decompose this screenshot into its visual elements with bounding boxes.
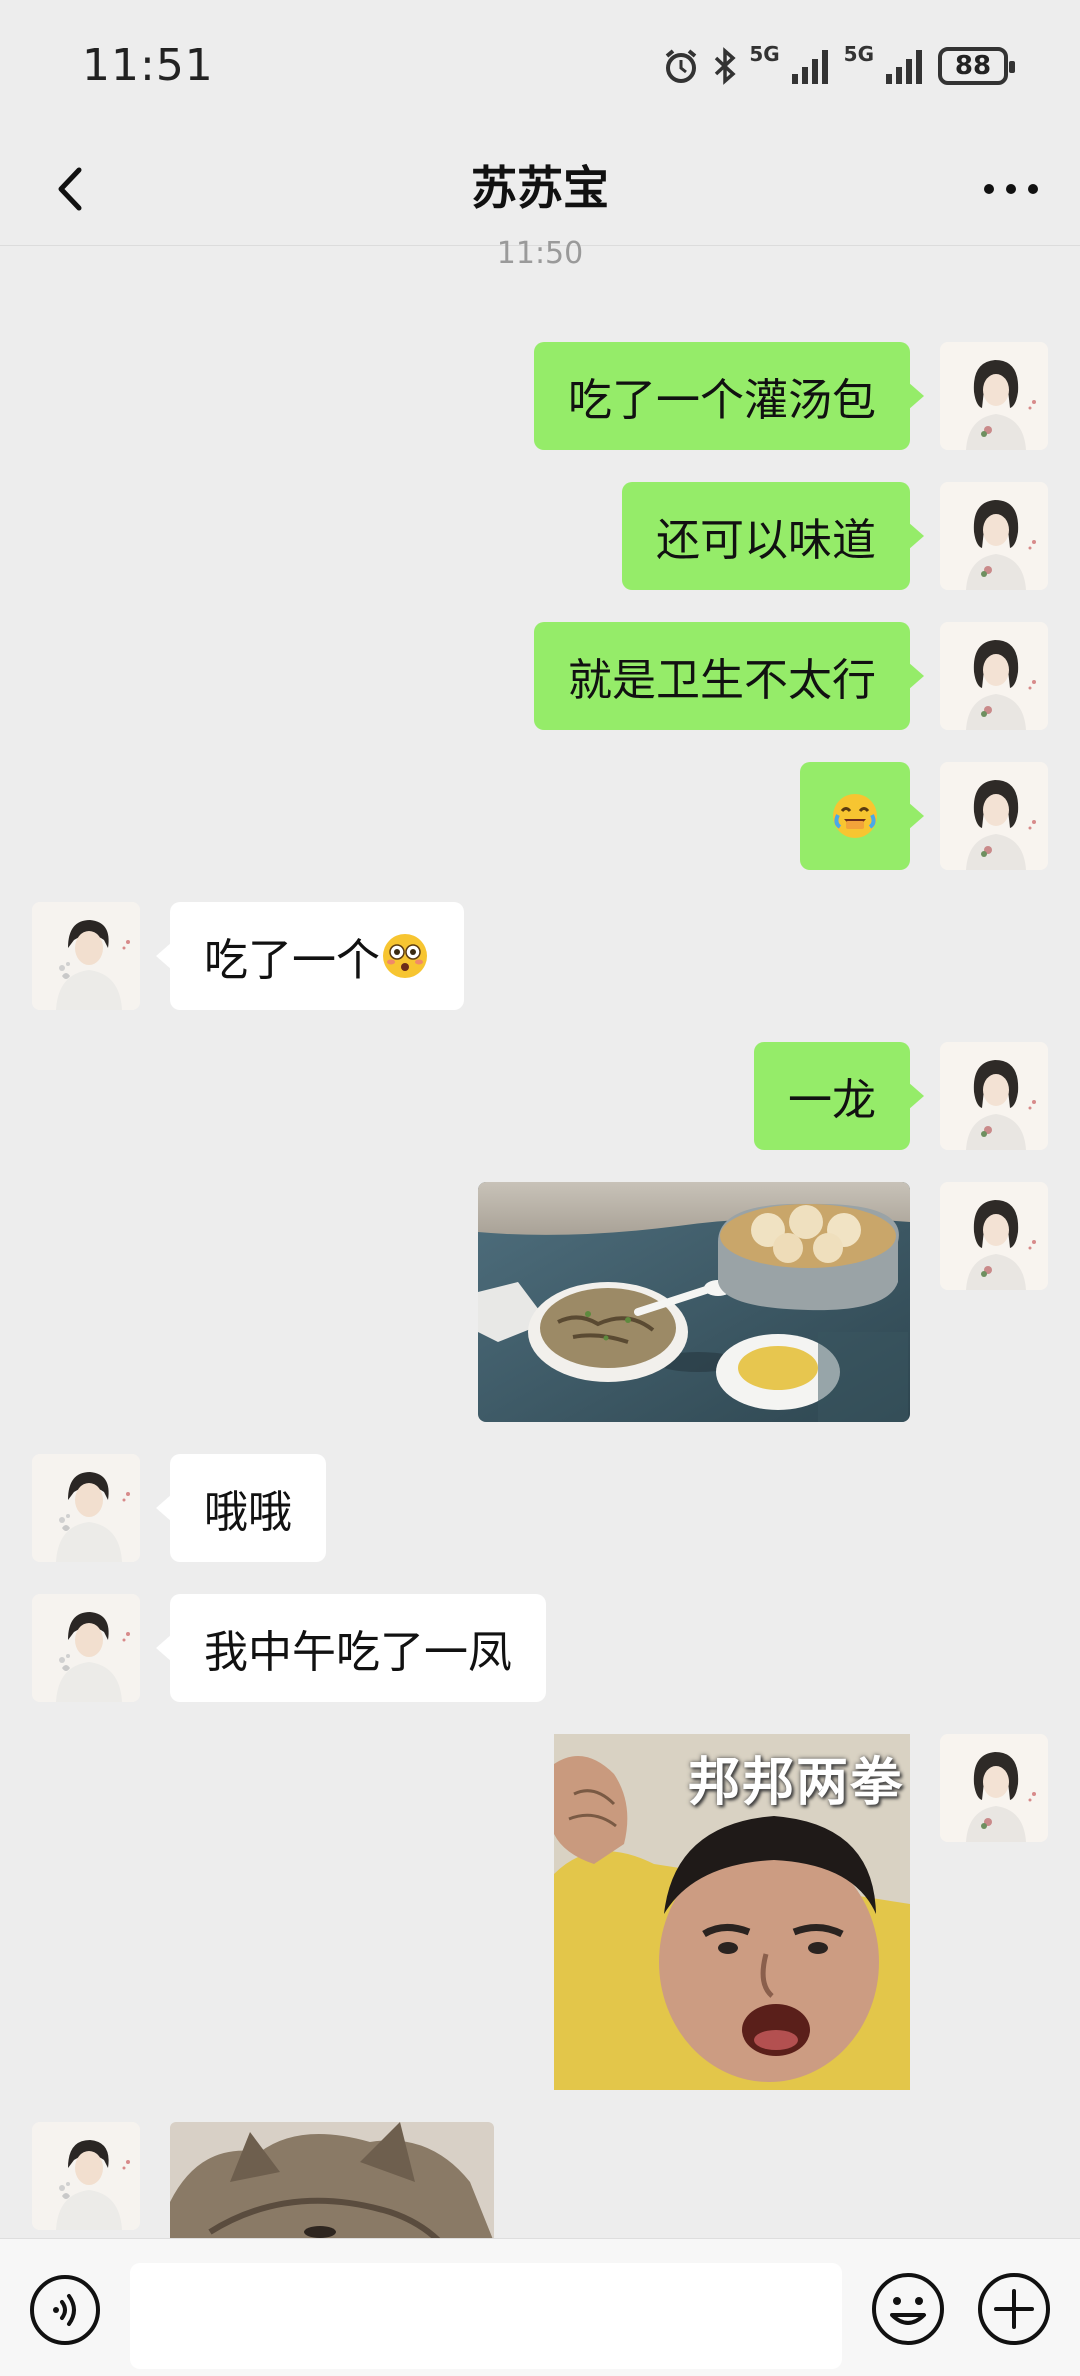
message-timestamp: 11:50 xyxy=(496,236,584,271)
voice-icon xyxy=(30,2275,100,2345)
my-avatar[interactable] xyxy=(940,1042,1048,1150)
message-text: 吃了一个 xyxy=(204,935,380,986)
my-avatar[interactable] xyxy=(940,1182,1048,1290)
chat-input-bar xyxy=(0,2238,1080,2376)
chat-title: 苏苏宝 xyxy=(471,161,609,215)
message-row-sent: 吃了一个灌汤包 xyxy=(0,342,1080,450)
message-bubble[interactable] xyxy=(800,762,924,870)
contact-avatar[interactable] xyxy=(32,1454,140,1562)
cat-photo xyxy=(170,2122,494,2238)
sticker-caption-text: 邦邦两拳 xyxy=(687,1753,904,1813)
status-bar: 11:51 5G 5G 88 xyxy=(0,0,1080,132)
my-avatar[interactable] xyxy=(940,1734,1048,1842)
my-avatar[interactable] xyxy=(940,762,1048,870)
signal-icon-1 xyxy=(791,50,828,84)
message-row-sent: 邦邦两拳 xyxy=(0,1734,1080,2090)
message-bubble[interactable]: 哦哦 xyxy=(156,1454,326,1562)
message-bubble[interactable]: 还可以味道 xyxy=(622,482,924,590)
signal-icon-2 xyxy=(886,50,922,84)
message-bubble[interactable]: 吃了一个灌汤包 xyxy=(534,342,924,450)
contact-avatar[interactable] xyxy=(32,902,140,1010)
image-message-food[interactable] xyxy=(478,1182,910,1422)
network-label-2: 5G xyxy=(843,42,874,66)
message-row-sent: 一龙 xyxy=(0,1042,1080,1150)
image-message-cat[interactable] xyxy=(170,2122,494,2238)
contact-avatar[interactable] xyxy=(32,1594,140,1702)
chevron-left-icon xyxy=(58,167,82,211)
voice-button[interactable] xyxy=(28,2273,102,2347)
message-input[interactable] xyxy=(130,2263,842,2369)
message-row-sent xyxy=(0,762,1080,870)
message-bubble[interactable]: 吃了一个 xyxy=(156,902,464,1010)
food-photo xyxy=(478,1182,910,1422)
message-bubble[interactable]: 我中午吃了一凤 xyxy=(156,1594,546,1702)
message-row-received: 吃了一个 xyxy=(0,902,1080,1010)
status-time: 11:51 xyxy=(82,40,214,91)
more-button[interactable] xyxy=(976,154,1046,224)
message-bubble[interactable]: 就是卫生不太行 xyxy=(534,622,924,730)
more-actions-button[interactable] xyxy=(976,2271,1052,2347)
more-dots-icon xyxy=(984,184,1038,194)
plus-icon xyxy=(978,2273,1050,2345)
laughing-crying-emoji-icon xyxy=(833,794,877,838)
bluetooth-icon xyxy=(715,47,736,85)
emoji-button[interactable] xyxy=(870,2271,946,2347)
back-button[interactable] xyxy=(36,154,106,224)
contact-avatar[interactable] xyxy=(32,2122,140,2230)
my-avatar[interactable] xyxy=(940,342,1048,450)
battery-level: 88 xyxy=(954,51,992,81)
flushed-emoji-icon xyxy=(383,934,427,978)
chat-header: 苏苏宝 xyxy=(0,132,1080,246)
message-bubble[interactable]: 一龙 xyxy=(754,1042,924,1150)
emoji-icon xyxy=(872,2273,944,2345)
message-row-received: 我中午吃了一凤 xyxy=(0,1594,1080,1702)
battery-indicator: 88 xyxy=(938,47,1015,85)
message-row-received: 哦哦 xyxy=(0,1454,1080,1562)
my-avatar[interactable] xyxy=(940,622,1048,730)
message-row-sent: 就是卫生不太行 xyxy=(0,622,1080,730)
message-row-sent: 还可以味道 xyxy=(0,482,1080,590)
sticker-message[interactable]: 邦邦两拳 xyxy=(554,1734,910,2090)
message-row-received xyxy=(0,2122,1080,2238)
network-label-1: 5G xyxy=(749,42,780,66)
my-avatar[interactable] xyxy=(940,482,1048,590)
alarm-icon xyxy=(666,49,697,83)
status-icons: 5G 5G 88 xyxy=(661,42,1015,88)
message-row-sent xyxy=(0,1182,1080,1422)
